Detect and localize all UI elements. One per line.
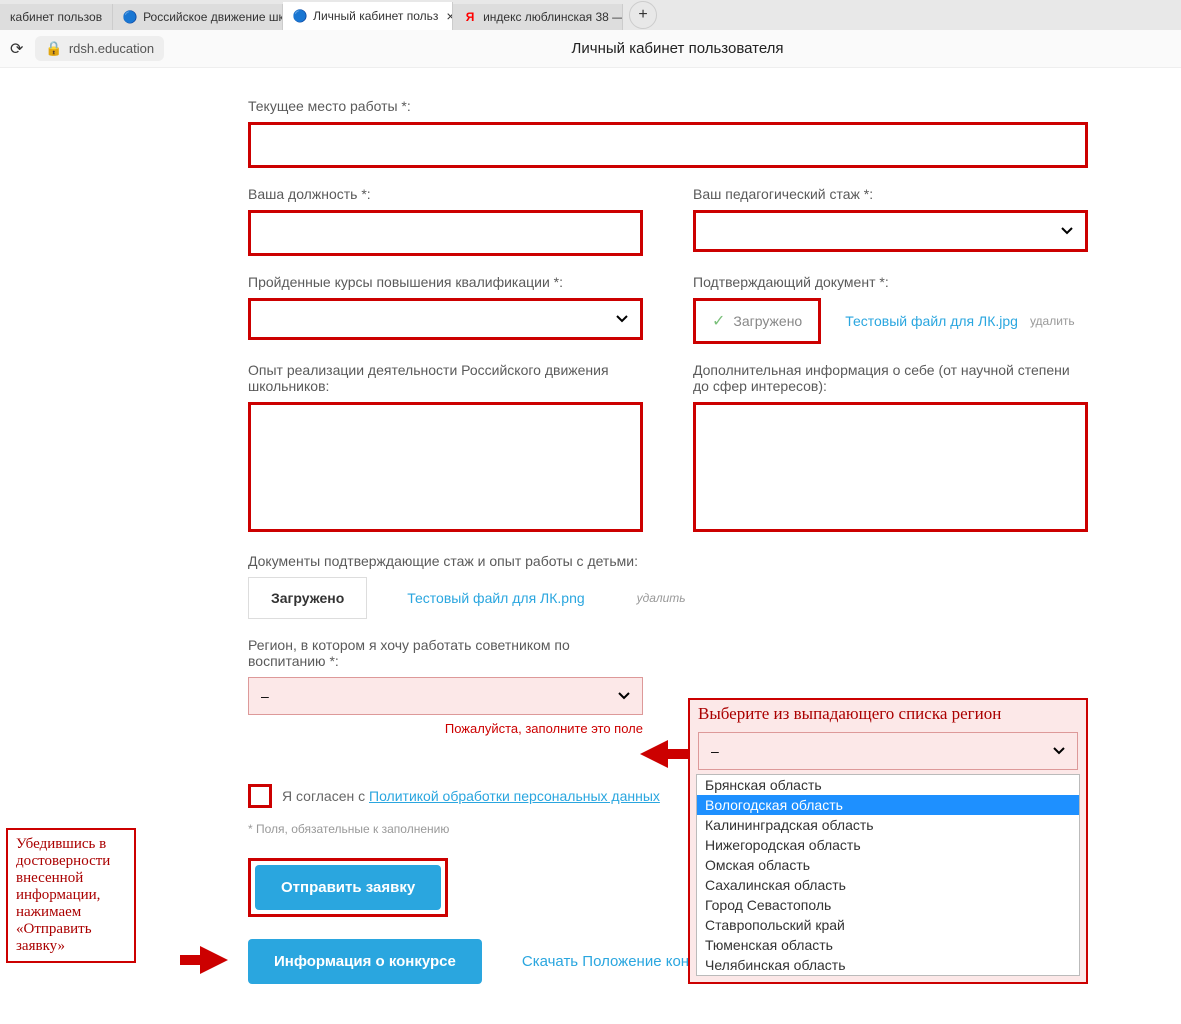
tab-label: Личный кабинет польз [313, 9, 438, 23]
annotation-dd-select[interactable]: – [698, 732, 1078, 770]
annotation-dd-item[interactable]: Челябинская область [697, 955, 1079, 975]
uploaded-text: Загружено [733, 313, 802, 329]
delete-file-link[interactable]: удалить [1030, 314, 1075, 328]
docs-upload-status[interactable]: Загружено [248, 577, 367, 619]
tab-label: Российское движение шк [143, 10, 283, 24]
experience-label: Ваш педагогический стаж *: [693, 186, 1088, 202]
annotation-region-dropdown: Выберите из выпадающего списка регион – … [688, 698, 1088, 984]
docs-file-link[interactable]: Тестовый файл для ЛК.png [407, 590, 584, 606]
url-box[interactable]: 🔒 rdsh.education [35, 36, 164, 61]
lock-icon: 🔒 [45, 40, 62, 57]
close-icon[interactable]: × [446, 8, 453, 24]
confirm-file-link[interactable]: Тестовый файл для ЛК.jpg [845, 313, 1018, 329]
reload-icon[interactable]: ⟳ [10, 39, 23, 59]
tab-label: индекс люблинская 38 — [483, 10, 623, 24]
workplace-label: Текущее место работы *: [248, 98, 1088, 114]
favicon: 🔵 [123, 10, 137, 24]
annotation-dd-item[interactable]: Омская область [697, 855, 1079, 875]
docs-label: Документы подтверждающие стаж и опыт раб… [248, 553, 1088, 569]
tab-3[interactable]: Яиндекс люблинская 38 — [453, 4, 623, 30]
annotation-dd-item[interactable]: Калининградская область [697, 815, 1079, 835]
tab-2[interactable]: 🔵 Личный кабинет польз × [283, 2, 453, 30]
tab-label: кабинет пользов [10, 10, 102, 24]
annotation-submit-note: Убедившись в достоверности внесенной инф… [6, 828, 136, 963]
url-text: rdsh.education [69, 41, 154, 56]
annotation-arrow-region [640, 740, 668, 768]
position-label: Ваша должность *: [248, 186, 643, 202]
annotation-dd-item[interactable]: Город Севастополь [697, 895, 1079, 915]
confirm-doc-label: Подтверждающий документ *: [693, 274, 1088, 290]
annotation-arrow-submit [200, 946, 228, 974]
region-label: Регион, в котором я хочу работать советн… [248, 637, 643, 669]
address-bar: ⟳ 🔒 rdsh.education Личный кабинет пользо… [0, 30, 1181, 68]
annotation-dd-item[interactable]: Тюменская область [697, 935, 1079, 955]
annotation-dd-title: Выберите из выпадающего списка регион [690, 700, 1086, 732]
rdsh-exp-label: Опыт реализации деятельности Российского… [248, 362, 643, 394]
rdsh-exp-textarea[interactable] [248, 402, 643, 532]
yandex-icon: Я [463, 10, 477, 24]
consent-link[interactable]: Политикой обработки персональных данных [369, 788, 660, 804]
tab-0[interactable]: кабинет пользов [0, 4, 113, 30]
experience-select[interactable] [693, 210, 1088, 252]
courses-select[interactable] [248, 298, 643, 340]
page-title: Личный кабинет пользователя [184, 40, 1171, 57]
addinfo-textarea[interactable] [693, 402, 1088, 532]
upload-status-box[interactable]: ✓ Загружено [693, 298, 821, 344]
annotation-dd-list: Брянская областьВологодская областьКалин… [696, 774, 1080, 976]
submit-button[interactable]: Отправить заявку [255, 865, 441, 910]
annotation-dd-item[interactable]: Ставропольский край [697, 915, 1079, 935]
consent-text: Я согласен с Политикой обработки персона… [282, 788, 660, 804]
region-select[interactable]: – [248, 677, 643, 715]
annotation-dd-item[interactable]: Сахалинская область [697, 875, 1079, 895]
workplace-input[interactable] [248, 122, 1088, 168]
tab-1[interactable]: 🔵 Российское движение шк [113, 4, 283, 30]
annotation-dd-item[interactable]: Брянская область [697, 775, 1079, 795]
position-input[interactable] [248, 210, 643, 256]
consent-checkbox[interactable] [248, 784, 272, 808]
addinfo-label: Дополнительная информация о себе (от нау… [693, 362, 1088, 394]
check-icon: ✓ [712, 311, 725, 331]
favicon: 🔵 [293, 9, 307, 23]
new-tab-button[interactable]: + [629, 1, 657, 29]
browser-tabs: кабинет пользов 🔵Российское движение шк … [0, 0, 1181, 30]
contest-info-button[interactable]: Информация о конкурсе [248, 939, 482, 984]
annotation-dd-item[interactable]: Вологодская область [697, 795, 1079, 815]
docs-delete-link[interactable]: удалить [637, 591, 686, 605]
annotation-dd-item[interactable]: Нижегородская область [697, 835, 1079, 855]
region-error: Пожалуйста, заполните это поле [248, 721, 643, 736]
courses-label: Пройденные курсы повышения квалификации … [248, 274, 643, 290]
